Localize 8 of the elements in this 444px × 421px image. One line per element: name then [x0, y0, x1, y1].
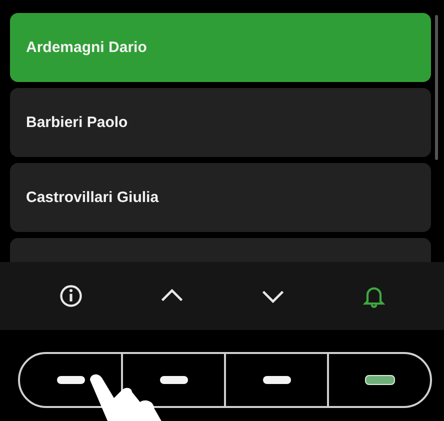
key-indicator[interactable] — [160, 376, 188, 384]
list-item[interactable]: Castrovillari Giulia — [10, 163, 431, 232]
key-indicator[interactable] — [56, 376, 84, 384]
scrollbar[interactable] — [435, 15, 438, 160]
key-indicator[interactable] — [364, 375, 394, 385]
info-icon[interactable] — [58, 283, 84, 310]
key-indicator[interactable] — [262, 376, 290, 384]
list-item[interactable]: Barbieri Paolo — [10, 88, 431, 157]
